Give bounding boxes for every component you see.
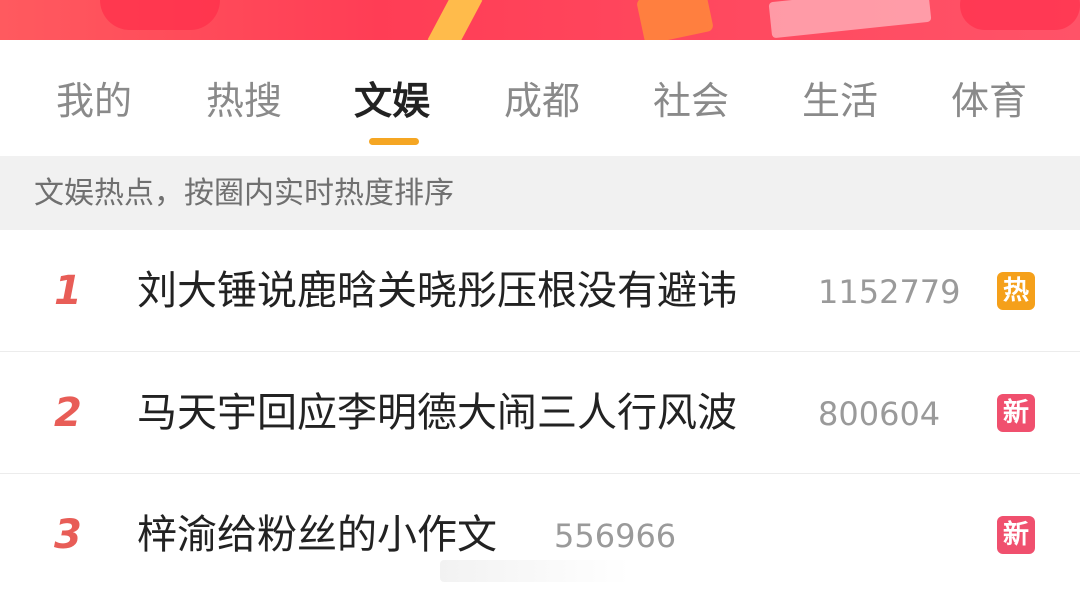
scroll-fade-overlay bbox=[440, 560, 630, 582]
rank-number: 1 bbox=[54, 268, 82, 314]
tab-chengdu[interactable]: 成都 bbox=[504, 76, 580, 126]
category-tabs: 我的 热搜 文娱 成都 社会 生活 体育 bbox=[0, 40, 1080, 156]
list-item[interactable]: 1 刘大锤说鹿晗关晓彤压根没有避讳 1152779 热 bbox=[0, 230, 1080, 352]
hot-badge: 热 bbox=[997, 272, 1035, 310]
tab-hot-search[interactable]: 热搜 bbox=[206, 76, 282, 126]
banner-decoration bbox=[427, 0, 483, 40]
item-title[interactable]: 马天宇回应李明德大闹三人行风波 bbox=[137, 388, 737, 438]
heat-count: 1152779 bbox=[818, 273, 961, 311]
new-badge: 新 bbox=[997, 516, 1035, 554]
new-badge: 新 bbox=[997, 394, 1035, 432]
heat-count: 556966 bbox=[554, 517, 677, 555]
active-tab-indicator bbox=[369, 138, 419, 145]
banner-decoration bbox=[635, 0, 715, 40]
hot-list: 1 刘大锤说鹿晗关晓彤压根没有避讳 1152779 热 2 马天宇回应李明德大闹… bbox=[0, 230, 1080, 594]
list-description: 文娱热点，按圈内实时热度排序 bbox=[0, 156, 1080, 230]
tab-sports[interactable]: 体育 bbox=[951, 76, 1027, 126]
item-title[interactable]: 刘大锤说鹿晗关晓彤压根没有避讳 bbox=[137, 266, 737, 316]
tab-entertainment[interactable]: 文娱 bbox=[354, 76, 430, 126]
tab-life[interactable]: 生活 bbox=[802, 76, 878, 126]
heat-count: 800604 bbox=[818, 395, 941, 433]
item-title[interactable]: 梓渝给粉丝的小作文 bbox=[137, 510, 497, 560]
tab-mine[interactable]: 我的 bbox=[56, 76, 132, 126]
hot-search-screen: 我的 热搜 文娱 成都 社会 生活 体育 文娱热点，按圈内实时热度排序 1 刘大… bbox=[0, 0, 1080, 594]
rank-number: 2 bbox=[54, 390, 82, 436]
rank-number: 3 bbox=[54, 512, 82, 558]
banner-decoration bbox=[768, 0, 932, 39]
banner-decoration bbox=[960, 0, 1080, 30]
banner-decoration bbox=[100, 0, 220, 30]
top-banner bbox=[0, 0, 1080, 40]
list-item[interactable]: 2 马天宇回应李明德大闹三人行风波 800604 新 bbox=[0, 352, 1080, 474]
list-description-text: 文娱热点，按圈内实时热度排序 bbox=[34, 176, 454, 211]
tab-society[interactable]: 社会 bbox=[653, 76, 729, 126]
